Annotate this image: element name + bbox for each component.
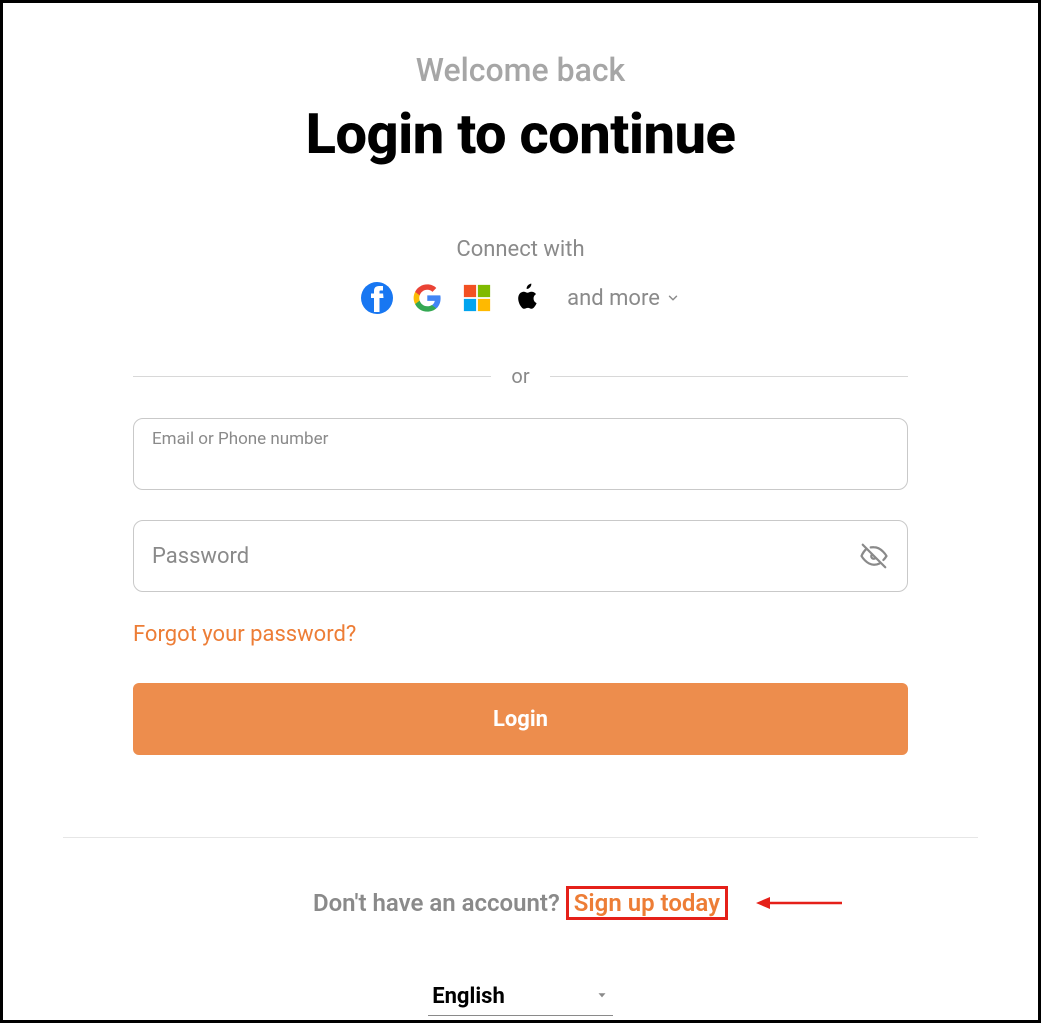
and-more-dropdown[interactable]: and more: [567, 286, 680, 311]
arrow-annotation-icon: [756, 895, 842, 911]
login-button[interactable]: Login: [133, 683, 908, 755]
email-input-container[interactable]: Email or Phone number: [133, 418, 908, 490]
facebook-icon[interactable]: [361, 282, 393, 314]
email-field[interactable]: [152, 452, 889, 477]
highlight-annotation: Sign up today: [566, 886, 728, 920]
and-more-label: and more: [567, 286, 660, 311]
forgot-password-link[interactable]: Forgot your password?: [133, 622, 356, 647]
language-label: English: [432, 984, 505, 1009]
apple-icon[interactable]: [511, 282, 543, 314]
chevron-down-icon: [666, 286, 680, 311]
welcome-back-text: Welcome back: [3, 51, 1038, 89]
caret-down-icon: [595, 987, 609, 1006]
divider-line: [133, 376, 491, 377]
language-selector[interactable]: English: [428, 978, 613, 1016]
password-field[interactable]: [152, 544, 849, 569]
divider-line: [550, 376, 908, 377]
page-title: Login to continue: [3, 101, 1038, 167]
eye-off-icon[interactable]: [859, 541, 889, 571]
or-divider-text: or: [511, 364, 529, 388]
signup-link[interactable]: Sign up today: [569, 887, 725, 919]
google-icon[interactable]: [411, 282, 443, 314]
separator-line: [63, 837, 978, 838]
email-label: Email or Phone number: [152, 429, 328, 449]
password-input-container[interactable]: [133, 520, 908, 592]
connect-with-label: Connect with: [3, 237, 1038, 262]
microsoft-icon[interactable]: [461, 282, 493, 314]
no-account-text: Don't have an account?: [313, 889, 560, 917]
